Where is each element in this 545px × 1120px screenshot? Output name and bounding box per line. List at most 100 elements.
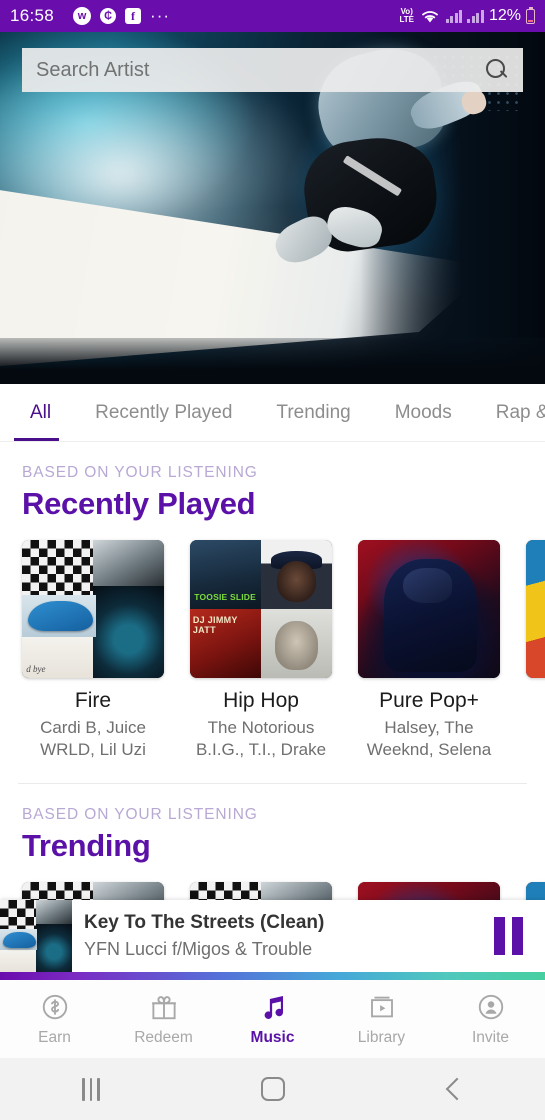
collage-tile-sketch-face: [261, 609, 332, 678]
collage-face-shape: [276, 560, 317, 603]
app-root: 16:58 w ₵ f ··· Vo) LTE 12% Search Artis…: [0, 0, 545, 1120]
content-scroll-area[interactable]: BASED ON YOUR LISTENING Recently Played …: [0, 442, 545, 972]
collage-car-icon: [2, 931, 36, 948]
playlist-artists: Halsey, The Weeknd, Selena: [366, 718, 492, 759]
search-input[interactable]: [36, 58, 485, 82]
playlist-artwork-fire[interactable]: d bye: [22, 540, 164, 678]
volte-line-2: LTE: [399, 15, 414, 24]
collage-tile-bw-photo: [93, 540, 164, 586]
volte-icon: Vo) LTE: [399, 7, 414, 25]
gift-icon: [149, 992, 179, 1022]
recents-icon: [81, 1077, 100, 1101]
collage-tile-sketch: d bye: [22, 632, 93, 678]
playlist-card[interactable]: TOOSIE SLIDE DJ JIMMY JATT Hip Hop The N…: [190, 540, 332, 761]
collage-sketch-text: d bye: [26, 663, 46, 674]
tab-rap[interactable]: Rap &: [474, 384, 545, 441]
pause-button[interactable]: [471, 917, 545, 955]
collage-tile-teal: [36, 924, 72, 972]
recents-button[interactable]: [0, 1077, 182, 1101]
nav-item-earn-label: Earn: [38, 1028, 71, 1046]
collage-toosie-label: TOOSIE SLIDE: [194, 592, 257, 603]
now-playing-text: Key To The Streets (Clean) YFN Lucci f/M…: [72, 912, 471, 960]
nav-item-music-label: Music: [250, 1028, 295, 1046]
recently-played-carousel[interactable]: d bye Fire Cardi B, Juice WRLD, Lil Uzi: [0, 522, 545, 761]
status-bar-left: 16:58 w ₵ f ···: [10, 6, 399, 26]
back-icon: [445, 1077, 469, 1101]
category-tabs[interactable]: All Recently Played Trending Moods Rap &: [0, 384, 545, 442]
collage-tile-portrait: [261, 540, 332, 609]
section-recently-played: BASED ON YOUR LISTENING Recently Played …: [0, 442, 545, 761]
playback-progress-bar[interactable]: [0, 972, 545, 980]
battery-icon: [526, 6, 535, 24]
tab-trending-label: Trending: [276, 401, 351, 423]
collage-sketch-face-shape: [275, 621, 318, 670]
android-system-nav[interactable]: [0, 1058, 545, 1120]
playlist-artwork-purepop[interactable]: [358, 540, 500, 678]
tab-all[interactable]: All: [0, 384, 73, 441]
search-bar[interactable]: [22, 48, 523, 92]
signal-bars-sim1-icon: [445, 9, 463, 23]
coin-icon: ₵: [100, 8, 117, 24]
app-w-icon: w: [73, 7, 92, 25]
nav-item-redeem[interactable]: Redeem: [109, 992, 218, 1047]
more-notifications-icon: ···: [150, 5, 171, 25]
status-bar-right: Vo) LTE 12%: [399, 6, 535, 25]
wifi-icon: [419, 7, 441, 25]
artwork-collage: TOOSIE SLIDE DJ JIMMY JATT: [190, 540, 332, 678]
playlist-artists: The Notorious B.I.G., T.I., Drake: [195, 718, 327, 759]
coin-icon: [40, 992, 70, 1022]
tab-recently-played-label: Recently Played: [95, 401, 233, 423]
tab-rap-label: Rap &: [495, 401, 545, 423]
page-title: Recently Played: [22, 486, 256, 521]
person-add-icon: [476, 992, 506, 1022]
search-icon[interactable]: [485, 58, 509, 82]
collage-car-icon: [27, 600, 93, 632]
nav-item-library-label: Library: [357, 1028, 406, 1046]
collage-tile-sketch: [0, 948, 36, 972]
artwork-hand: [403, 567, 452, 604]
playlist-artists: Cardi B, Juice WRLD, Lil Uzi: [40, 718, 146, 759]
section-eyebrow: BASED ON YOUR LISTENING: [22, 805, 258, 823]
nav-item-redeem-label: Redeem: [134, 1028, 193, 1046]
bottom-navigation[interactable]: Earn Redeem Music Library Invite: [0, 980, 545, 1058]
now-playing-artwork[interactable]: [0, 900, 72, 972]
status-time: 16:58: [10, 6, 55, 25]
hero-floor: [0, 338, 545, 384]
tab-moods[interactable]: Moods: [373, 384, 474, 441]
collage-jatt-label: DJ JIMMY JATT: [192, 614, 238, 635]
collage-tile-bw-photo: [36, 900, 72, 924]
collage-tile-jatt: DJ JIMMY JATT: [190, 609, 261, 678]
section-eyebrow: BASED ON YOUR LISTENING: [22, 464, 258, 481]
collage-tile-teal: [93, 586, 164, 678]
tab-all-label: All: [30, 401, 52, 423]
status-bar: 16:58 w ₵ f ··· Vo) LTE 12%: [0, 0, 545, 32]
tab-moods-label: Moods: [394, 401, 452, 423]
playlist-title: Pure Pop+: [379, 689, 479, 712]
now-playing-bar[interactable]: Key To The Streets (Clean) YFN Lucci f/M…: [0, 900, 545, 972]
tab-trending[interactable]: Trending: [254, 384, 372, 441]
home-icon: [260, 1077, 285, 1101]
tab-recently-played[interactable]: Recently Played: [73, 384, 254, 441]
playlist-artwork-hiphop[interactable]: TOOSIE SLIDE DJ JIMMY JATT: [190, 540, 332, 678]
now-playing-title: Key To The Streets (Clean): [84, 912, 325, 933]
playlist-card[interactable]: Pure Pop+ Halsey, The Weeknd, Selena: [358, 540, 500, 761]
back-button[interactable]: [363, 1077, 545, 1101]
home-button[interactable]: [182, 1077, 364, 1101]
playlist-artwork-next[interactable]: [526, 540, 545, 678]
playlist-title: Hip Hop: [223, 689, 299, 712]
battery-percent: 12%: [488, 7, 521, 24]
playlist-card[interactable]: d bye Fire Cardi B, Juice WRLD, Lil Uzi: [22, 540, 164, 761]
facebook-icon: f: [125, 8, 142, 24]
signal-bars-sim2-icon: [467, 9, 484, 23]
music-note-icon: [258, 992, 288, 1022]
nav-item-library[interactable]: Library: [327, 992, 436, 1047]
nav-item-invite[interactable]: Invite: [436, 992, 545, 1047]
collage-tile-toosie: TOOSIE SLIDE: [190, 540, 261, 609]
nav-item-earn[interactable]: Earn: [0, 992, 109, 1047]
playlist-card-partial[interactable]: [526, 540, 545, 761]
now-playing-artist: YFN Lucci f/Migos & Trouble: [84, 939, 313, 959]
video-library-icon: [367, 992, 397, 1022]
nav-item-invite-label: Invite: [471, 1028, 510, 1046]
playlist-title: Fire: [74, 689, 112, 712]
nav-item-music[interactable]: Music: [218, 992, 327, 1047]
